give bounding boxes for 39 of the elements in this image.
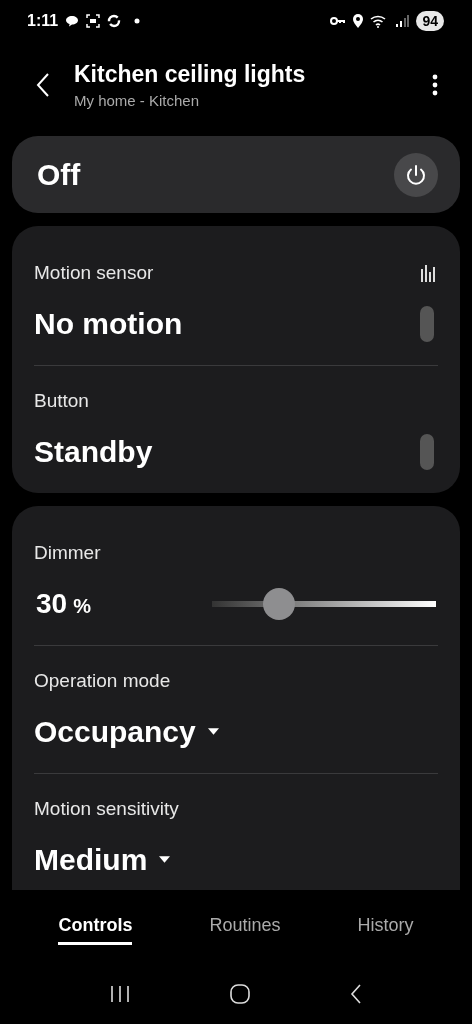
row-label: Button [34,389,89,412]
key-icon [330,16,347,26]
tab[interactable]: History [357,909,414,945]
recent-apps-icon[interactable] [109,985,130,1003]
row-label: Motion sensitivity [34,797,179,820]
tab[interactable]: Routines [209,909,281,945]
row-label: Operation mode [34,669,171,692]
battery-level: 94 [416,11,444,31]
screenshot-icon [86,14,101,28]
power-icon [404,162,428,187]
status-value: Standby [34,434,153,469]
notification-dot-icon [134,18,141,24]
sync-circle-icon [107,14,122,28]
power-button[interactable] [394,152,438,197]
chat-bubble-icon [65,14,80,28]
status-time: 1:11 [27,12,59,30]
status-value: No motion [34,306,183,341]
home-icon[interactable] [229,983,251,1005]
row-label: Dimmer [34,541,101,564]
slider-thumb[interactable] [263,587,296,620]
row-label: Motion sensor [34,261,154,284]
mode-dropdown[interactable]: Occupancy [34,714,219,749]
more-options-icon[interactable] [432,74,438,96]
device-location: My home - Kitchen [74,92,201,109]
caret-icon [207,728,219,735]
tab[interactable]: Controls [58,909,133,945]
signal-icon [395,15,410,27]
status-indicator [420,433,434,470]
power-card[interactable]: Off [12,136,460,213]
dimmer-value: 30 [36,587,68,620]
mode-dropdown[interactable]: Medium [34,842,171,877]
device-title: Kitchen ceiling lights [74,61,307,88]
caret-icon [159,856,171,863]
power-state: Off [37,157,81,192]
dimmer-unit: % [73,594,91,618]
status-indicator [420,305,434,342]
back-icon[interactable] [350,984,363,1004]
location-icon [353,14,364,28]
bar-chart-icon[interactable] [420,263,438,282]
